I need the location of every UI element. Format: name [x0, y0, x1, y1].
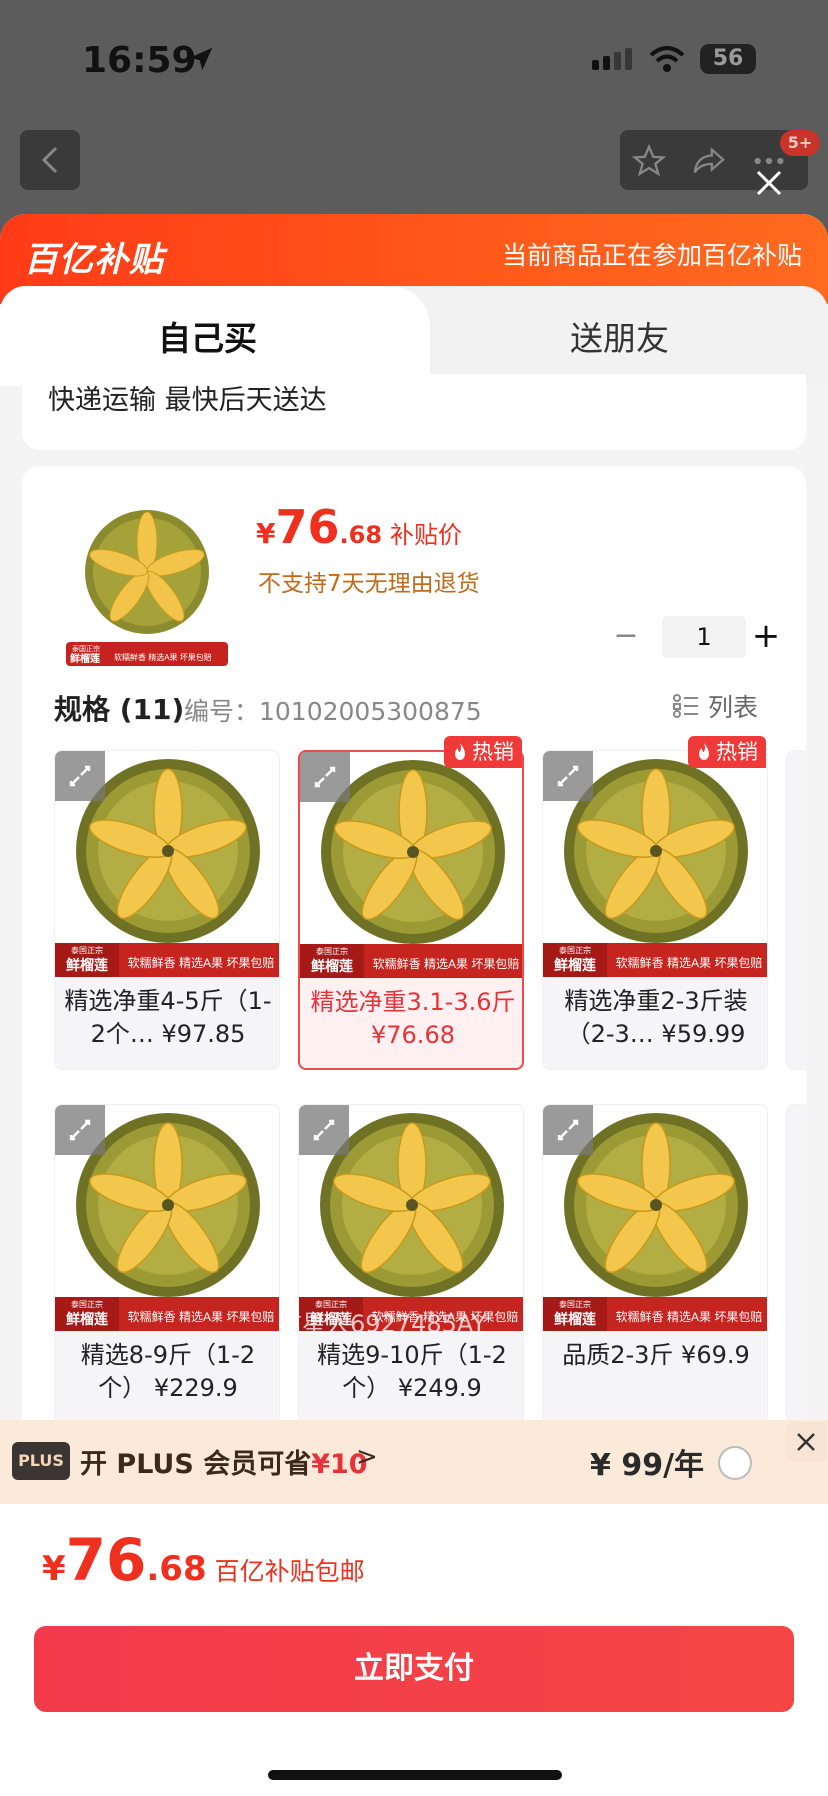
plus-close-button[interactable] [786, 1422, 826, 1462]
expand-icon [69, 1119, 91, 1141]
variant-option[interactable]: 泰国正宗 鲜榴莲 软糯鲜香 精选A果 坏果包赔 精选净重3.1-3.6斤 ¥76… [298, 750, 524, 1070]
plus-banner[interactable]: PLUS 开 PLUS 会员可省¥10 > ¥ 99/年 [0, 1420, 828, 1504]
flame-icon [699, 743, 709, 760]
star-icon[interactable] [632, 144, 666, 178]
decrease-button[interactable]: − [606, 616, 646, 658]
svg-text:泰国正宗: 泰国正宗 [71, 1299, 103, 1309]
variant-caption: 精选净重4-5斤（1-2个… ¥97.85 [64, 987, 272, 1048]
svg-text:泰国正宗: 泰国正宗 [559, 945, 591, 955]
subsidy-tip: 当前商品正在参加百亿补贴 [501, 241, 802, 270]
svg-text:鲜榴莲: 鲜榴莲 [554, 1311, 596, 1327]
variant-caption: 精选9-10斤（1-2个） ¥249.9 [317, 1341, 507, 1402]
chevron-left-icon [41, 146, 58, 174]
svg-text:鲜榴莲: 鲜榴莲 [70, 652, 100, 665]
expand-image-button[interactable] [299, 1105, 349, 1155]
spec-title: 规格 (11) [54, 693, 185, 726]
shipping-text: 快递运输 最快后天送达 [48, 385, 327, 416]
svg-text:鲜榴莲: 鲜榴莲 [554, 957, 596, 973]
no-return-notice: 不支持7天无理由退货 [258, 571, 480, 597]
expand-icon [557, 765, 579, 787]
hot-sale-label: 热销 [472, 740, 514, 764]
quantity-value[interactable]: 1 [662, 616, 746, 658]
expand-image-button[interactable] [55, 751, 105, 801]
status-time: 16:59 [82, 40, 197, 81]
variant-caption: 品质2-3斤 ¥69.9 [562, 1341, 750, 1369]
expand-icon [69, 765, 91, 787]
variant-caption: 精选8-9斤（1-2个） ¥229.9 [80, 1341, 256, 1402]
price-label: 补贴价 [390, 521, 463, 549]
variant-option[interactable]: 泰国正宗 鲜榴莲 软糯鲜香 精选A果 坏果包赔 精选净重4-5斤（1-2个… ¥… [54, 750, 280, 1070]
plus-price: ¥ 99/年 [590, 1448, 705, 1483]
svg-text:鲜榴莲: 鲜榴莲 [66, 1311, 108, 1327]
cellular-signal-icon [592, 48, 632, 70]
buy-tabs: 自己买 送朋友 [0, 286, 828, 396]
product-thumbnail[interactable]: 泰国正宗 鲜榴莲 软糯鲜香 精选A果 坏果包赔 [62, 500, 232, 670]
svg-text:泰国正宗: 泰国正宗 [71, 945, 103, 955]
expand-image-button[interactable] [55, 1105, 105, 1155]
plus-tag: PLUS [12, 1442, 70, 1480]
svg-text:软糯鲜香 精选A果 坏果包赔: 软糯鲜香 精选A果 坏果包赔 [373, 956, 520, 971]
battery-indicator: 56 [700, 44, 756, 74]
purchase-sheet: 百亿补贴 当前商品正在参加百亿补贴 自己买 送朋友 快递运输 最快后天送达 泰国… [0, 214, 828, 1796]
svg-text:鲜榴莲: 鲜榴莲 [66, 957, 108, 973]
product-code: 编号：10102005300875 [184, 697, 482, 726]
hot-sale-badge: 热销 [688, 736, 766, 768]
variant-option-partial[interactable] [786, 750, 806, 1070]
hot-sale-badge: 热销 [444, 736, 522, 768]
checkout-bar: ¥76.68 百亿补贴包邮 立即支付 [0, 1504, 828, 1796]
subsidy-logo: 百亿补贴 [24, 240, 164, 280]
svg-text:软糯鲜香 精选A果 坏果包赔: 软糯鲜香 精选A果 坏果包赔 [128, 1309, 275, 1324]
variant-option[interactable]: 泰国正宗 鲜榴莲 软糯鲜香 精选A果 坏果包赔 精选9-10斤（1-2个） ¥2… [298, 1104, 524, 1424]
sheet-content: 快递运输 最快后天送达 泰国正宗 鲜榴莲 软糯鲜香 精选A果 坏果包赔 ¥76.… [0, 374, 828, 1466]
list-view-label: 列表 [708, 693, 759, 722]
variant-option-partial[interactable] [786, 1104, 806, 1424]
tab-buy-self[interactable]: 自己买 [158, 312, 257, 360]
tab-gift-friend[interactable]: 送朋友 [570, 312, 669, 360]
shipping-free-label: 百亿补贴包邮 [214, 1557, 365, 1586]
flame-icon [455, 743, 465, 760]
svg-text:泰国正宗: 泰国正宗 [559, 1299, 591, 1309]
variant-caption: 精选净重2-3斤装（2-3… ¥59.99 [564, 987, 748, 1048]
svg-text:泰国正宗: 泰国正宗 [72, 644, 100, 653]
svg-text:软糯鲜香 精选A果 坏果包赔: 软糯鲜香 精选A果 坏果包赔 [616, 1309, 763, 1324]
watermark-text: 信星人6927485AY [278, 1310, 487, 1338]
status-bar: 16:59 56 [0, 0, 828, 120]
svg-text:泰国正宗: 泰国正宗 [316, 946, 348, 956]
home-indicator [268, 1770, 562, 1780]
wifi-icon [649, 46, 685, 72]
product-price: ¥76.68 补贴价 [256, 500, 463, 554]
variant-option[interactable]: 泰国正宗 鲜榴莲 软糯鲜香 精选A果 坏果包赔 精选净重2-3斤装（2-3… ¥… [542, 750, 768, 1070]
product-card: 泰国正宗 鲜榴莲 软糯鲜香 精选A果 坏果包赔 ¥76.68 补贴价 不支持7天无… [22, 466, 806, 1466]
close-icon[interactable] [752, 166, 786, 200]
hot-sale-label: 热销 [716, 740, 758, 764]
variant-option[interactable]: 泰国正宗 鲜榴莲 软糯鲜香 精选A果 坏果包赔 品质2-3斤 ¥69.9 [542, 1104, 768, 1424]
back-button[interactable] [20, 130, 80, 190]
plus-promo-text: 开 PLUS 会员可省¥10 [80, 1449, 368, 1480]
expand-icon [557, 1119, 579, 1141]
increase-button[interactable]: + [746, 616, 786, 658]
shipping-card: 快递运输 最快后天送达 [22, 374, 806, 450]
pay-now-button[interactable]: 立即支付 [34, 1626, 794, 1712]
expand-image-button[interactable] [543, 751, 593, 801]
list-icon [673, 694, 698, 718]
svg-text:软糯鲜香 精选A果 坏果包赔: 软糯鲜香 精选A果 坏果包赔 [616, 955, 763, 970]
expand-icon [314, 766, 336, 788]
close-icon [797, 1433, 815, 1451]
variant-option[interactable]: 泰国正宗 鲜榴莲 软糯鲜香 精选A果 坏果包赔 精选8-9斤（1-2个） ¥22… [54, 1104, 280, 1424]
svg-text:软糯鲜香 精选A果 坏果包赔: 软糯鲜香 精选A果 坏果包赔 [128, 955, 275, 970]
svg-text:鲜榴莲: 鲜榴莲 [311, 958, 353, 974]
chevron-right-icon: > [356, 1442, 378, 1472]
expand-image-button[interactable] [543, 1105, 593, 1155]
share-icon[interactable] [692, 144, 726, 178]
total-price: ¥76.68 百亿补贴包邮 [42, 1526, 365, 1594]
message-badge: 5+ [780, 130, 820, 156]
expand-image-button[interactable] [300, 752, 350, 802]
svg-text:软糯鲜香 精选A果 坏果包赔: 软糯鲜香 精选A果 坏果包赔 [114, 652, 212, 662]
variant-caption: 精选净重3.1-3.6斤 ¥76.68 [310, 988, 516, 1049]
list-view-button[interactable]: 列表 [672, 688, 758, 724]
quantity-stepper: − 1 + [606, 616, 786, 658]
location-arrow-icon [189, 47, 213, 71]
plus-select-radio[interactable] [718, 1446, 752, 1480]
expand-icon [313, 1119, 335, 1141]
